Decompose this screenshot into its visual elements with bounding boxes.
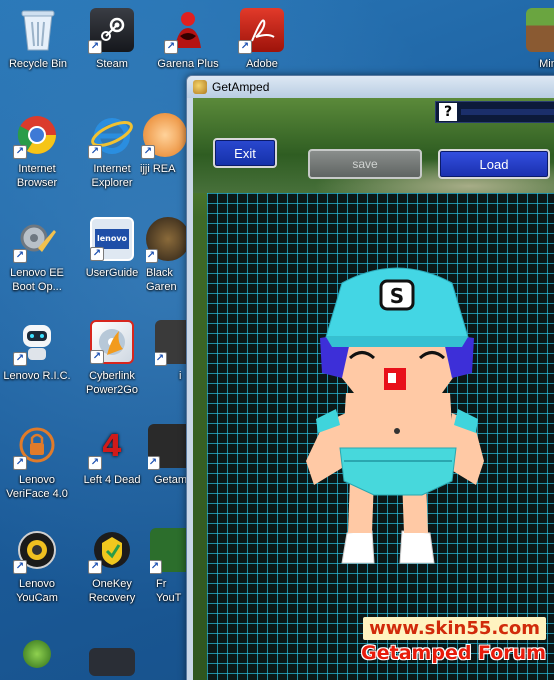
left4dead-icon: 4 ↗ — [88, 424, 134, 470]
save-button[interactable]: save — [308, 149, 422, 179]
shortcut-arrow-icon: ↗ — [13, 560, 27, 574]
icon-label: Left 4 Dead — [83, 474, 141, 486]
game-client-area: ? Exit save Load S — [193, 98, 554, 680]
getamped-app-icon — [193, 80, 207, 94]
desktop-icon-internet-browser[interactable]: ↗ Internet Browser — [0, 113, 77, 190]
shortcut-arrow-icon: ↗ — [13, 456, 27, 470]
watermark-forum: Getamped Forum — [361, 642, 546, 664]
desktop-icon-garena-plus[interactable]: ↗ Garena Plus — [148, 8, 228, 71]
icon-label: Steam — [96, 58, 128, 70]
shortcut-arrow-icon: ↗ — [164, 40, 178, 54]
shortcut-arrow-icon: ↗ — [88, 456, 102, 470]
icon-label: Recycle Bin — [8, 58, 68, 70]
shortcut-arrow-icon: ↗ — [13, 145, 27, 159]
desktop-icon-veriface[interactable]: ↗ Lenovo VeriFace 4.0 — [0, 424, 77, 501]
desktop-icon-adobe[interactable]: ↗ Adobe — [222, 8, 302, 71]
desktop-icon-minecraft[interactable]: Min — [508, 8, 554, 71]
desktop-icon-lenovo-ric[interactable]: ↗ Lenovo R.I.C. — [0, 320, 77, 383]
exit-button[interactable]: Exit — [213, 138, 277, 168]
shortcut-arrow-icon: ↗ — [88, 145, 102, 159]
icon-label: ijji REA — [140, 163, 176, 175]
shortcut-arrow-icon: ↗ — [155, 352, 167, 366]
desktop-icon-left4dead[interactable]: 4 ↗ Left 4 Dead — [72, 424, 152, 487]
help-icon[interactable]: ? — [439, 103, 457, 121]
icon-label: Fr YouT — [156, 578, 182, 604]
desktop-icon-steam[interactable]: ↗ Steam — [72, 8, 152, 71]
window-titlebar[interactable]: GetAmped — [187, 76, 554, 98]
shortcut-arrow-icon: ↗ — [13, 352, 27, 366]
shortcut-arrow-icon: ↗ — [141, 145, 155, 159]
help-bar-fill — [461, 109, 554, 115]
desktop-icon-app[interactable]: ↗ i — [155, 320, 190, 383]
shortcut-arrow-icon: ↗ — [150, 560, 162, 574]
desktop-icon-youtube-downloader[interactable]: ↗ Fr YouT — [150, 528, 190, 605]
shortcut-arrow-icon: ↗ — [88, 560, 102, 574]
icon-label: Min — [539, 58, 554, 70]
garena-icon: ↗ — [164, 8, 210, 54]
youcam-icon: ↗ — [13, 528, 59, 574]
icon-label: Adobe — [246, 58, 278, 70]
lenovo-boot-icon: ↗ — [13, 217, 59, 263]
adobe-icon: ↗ — [238, 8, 284, 54]
load-button[interactable]: Load — [438, 149, 550, 179]
icon-label: Lenovo YouCam — [16, 578, 58, 604]
shortcut-arrow-icon: ↗ — [88, 40, 102, 54]
icon-label: OneKey Recovery — [88, 578, 136, 604]
lenovo-userguide-icon: lenovo ↗ — [90, 217, 134, 261]
help-bar[interactable]: ? — [435, 101, 554, 123]
desktop-icon-onekey-recovery[interactable]: ↗ OneKey Recovery — [72, 528, 152, 605]
watermark: www.skin55.com Getamped Forum — [361, 617, 546, 664]
lenovo-logo-icon: lenovo — [95, 229, 129, 249]
chrome-icon: ↗ — [13, 113, 59, 159]
icon-label: Garena Plus — [157, 58, 219, 70]
app-icon: ↗ — [155, 320, 190, 366]
shortcut-arrow-icon: ↗ — [90, 350, 104, 364]
icon-label: Black Garen — [146, 267, 177, 293]
icon-label: Lenovo EE Boot Op... — [10, 267, 64, 293]
desktop-icon-partial[interactable] — [0, 640, 77, 668]
icon-label: Getam — [154, 474, 188, 486]
window-title: GetAmped — [212, 80, 270, 94]
watermark-site: www.skin55.com — [363, 617, 546, 640]
power2go-icon: ↗ — [90, 320, 134, 364]
app-icon — [23, 640, 51, 668]
shortcut-arrow-icon: ↗ — [13, 249, 27, 263]
desktop-icon-recycle-bin[interactable]: Recycle Bin — [0, 8, 78, 71]
steam-icon: ↗ — [88, 8, 134, 54]
icon-label: UserGuide — [85, 267, 139, 279]
onekey-recovery-icon: ↗ — [88, 528, 134, 574]
icon-label: Lenovo VeriFace 4.0 — [6, 474, 68, 500]
desktop-icon-userguide[interactable]: lenovo ↗ UserGuide — [72, 217, 152, 280]
shortcut-arrow-icon: ↗ — [238, 40, 252, 54]
black-garena-icon: ↗ — [146, 217, 190, 263]
minecraft-icon — [526, 8, 554, 52]
desktop-icon-youcam[interactable]: ↗ Lenovo YouCam — [0, 528, 77, 605]
cap-badge-text: S — [390, 284, 404, 308]
recycle-bin-icon — [16, 8, 60, 52]
shortcut-arrow-icon: ↗ — [146, 249, 158, 263]
desktop-icon-power2go[interactable]: ↗ Cyberlink Power2Go — [72, 320, 152, 397]
icon-label: Cyberlink Power2Go — [86, 370, 138, 396]
character-model: S — [306, 267, 484, 564]
desktop-icon-partial[interactable] — [72, 648, 152, 676]
getamped-icon: ↗ — [148, 424, 190, 470]
app-icon — [89, 648, 135, 676]
youtube-downloader-icon: ↗ — [150, 528, 190, 574]
desktop-icon-lenovo-boot[interactable]: ↗ Lenovo EE Boot Op... — [0, 217, 77, 294]
desktop-icon-getamped[interactable]: ↗ Getam — [148, 424, 190, 487]
icon-label: Lenovo R.I.C. — [3, 370, 71, 382]
desktop-icon-ijji[interactable]: ↗ ijji REA — [140, 113, 190, 176]
internet-explorer-icon: ↗ — [88, 113, 134, 159]
lenovo-ric-icon: ↗ — [13, 320, 59, 366]
getamped-window: GetAmped ? Exit save Load S — [186, 75, 554, 680]
icon-label: i — [179, 370, 182, 382]
shortcut-arrow-icon: ↗ — [148, 456, 160, 470]
character-editor-grid[interactable]: S — [207, 193, 554, 680]
ijji-icon: ↗ — [141, 113, 187, 159]
desktop-icon-black-garena[interactable]: ↗ Black Garen — [146, 217, 190, 294]
veriface-icon: ↗ — [13, 424, 59, 470]
icon-label: Internet Browser — [16, 163, 58, 189]
shortcut-arrow-icon: ↗ — [90, 247, 104, 261]
